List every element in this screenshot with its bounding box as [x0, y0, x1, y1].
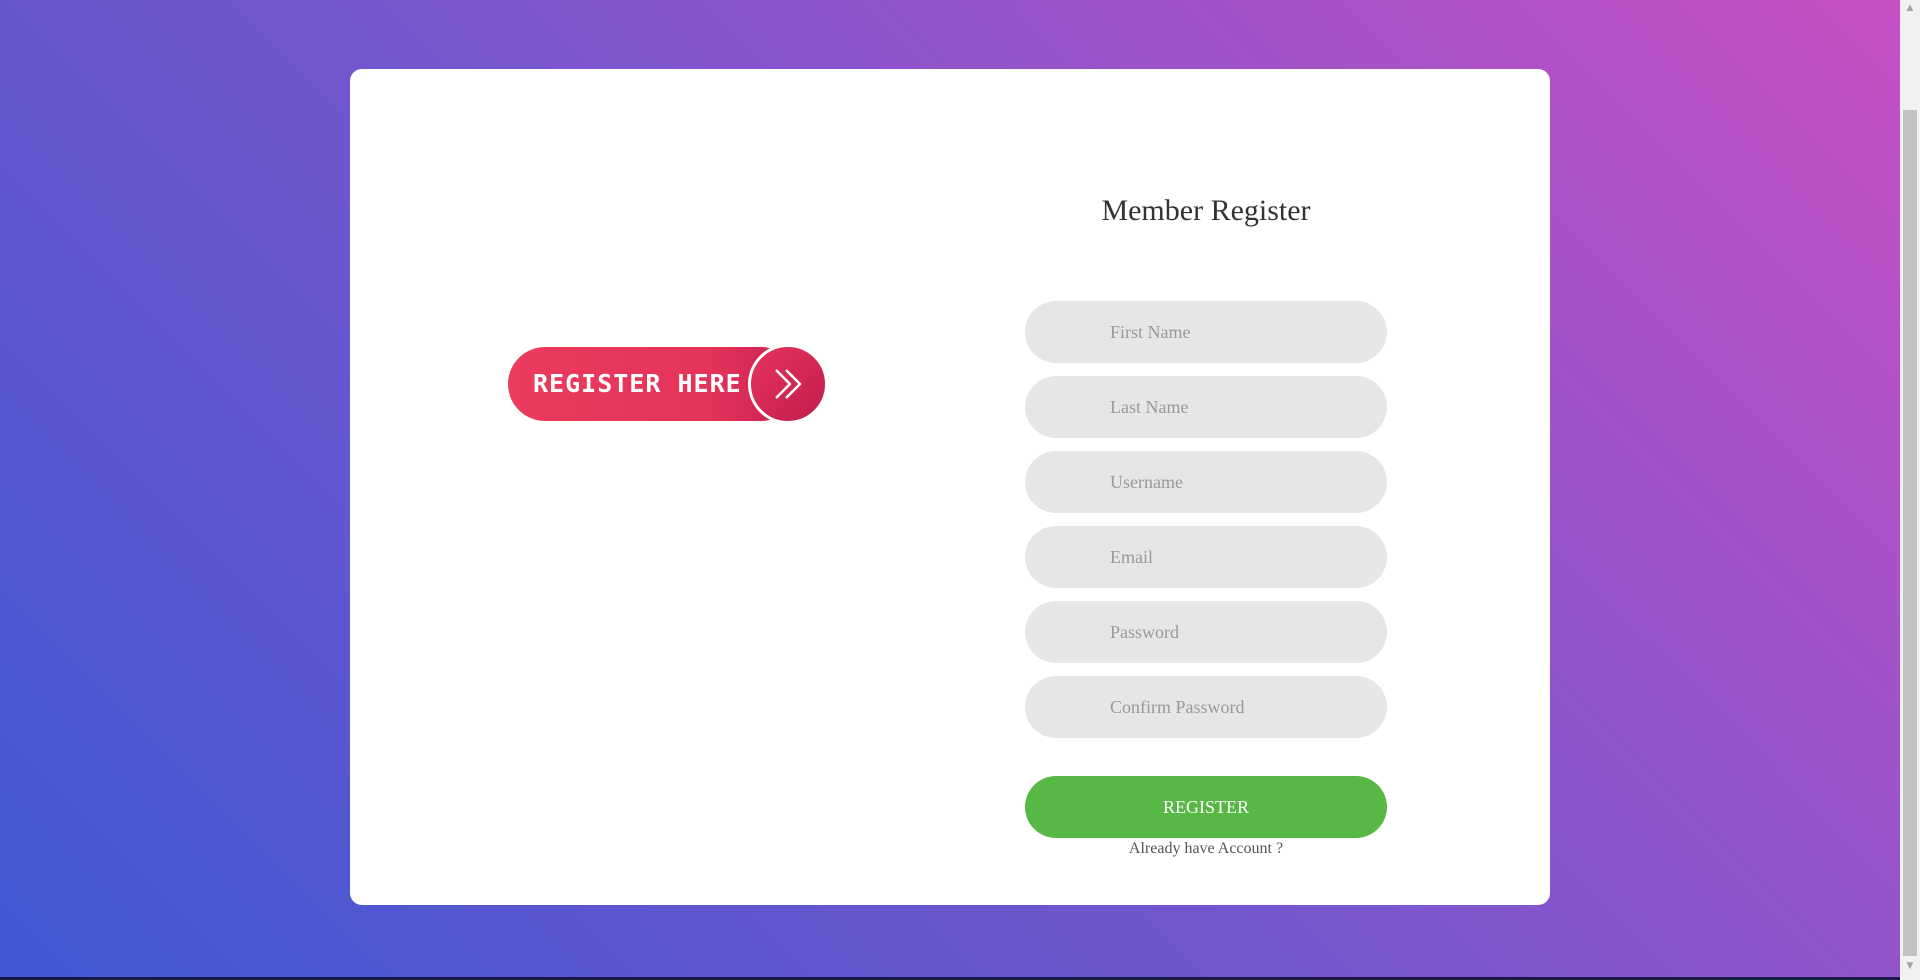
email-input[interactable] [1025, 526, 1387, 588]
scrollbar-thumb[interactable] [1903, 110, 1917, 956]
already-have-account-link[interactable]: Already have Account ? [1025, 840, 1387, 858]
first-name-input[interactable] [1025, 301, 1387, 363]
username-input[interactable] [1025, 451, 1387, 513]
vertical-scrollbar[interactable]: ▲ ▼ [1900, 0, 1920, 980]
form-title: Member Register [1101, 194, 1311, 227]
last-name-input[interactable] [1025, 376, 1387, 438]
scroll-down-arrow-icon[interactable]: ▼ [1900, 958, 1920, 975]
register-here-banner: REGISTER HERE [508, 344, 828, 424]
register-button[interactable]: REGISTER [1025, 776, 1387, 838]
register-card: REGISTER HERE Member Register REGISTER A… [350, 69, 1550, 905]
register-here-label: REGISTER HERE [533, 369, 742, 398]
double-chevron-right-icon [748, 344, 828, 424]
password-input[interactable] [1025, 601, 1387, 663]
scroll-up-arrow-icon[interactable]: ▲ [1900, 0, 1920, 17]
confirm-password-input[interactable] [1025, 676, 1387, 738]
